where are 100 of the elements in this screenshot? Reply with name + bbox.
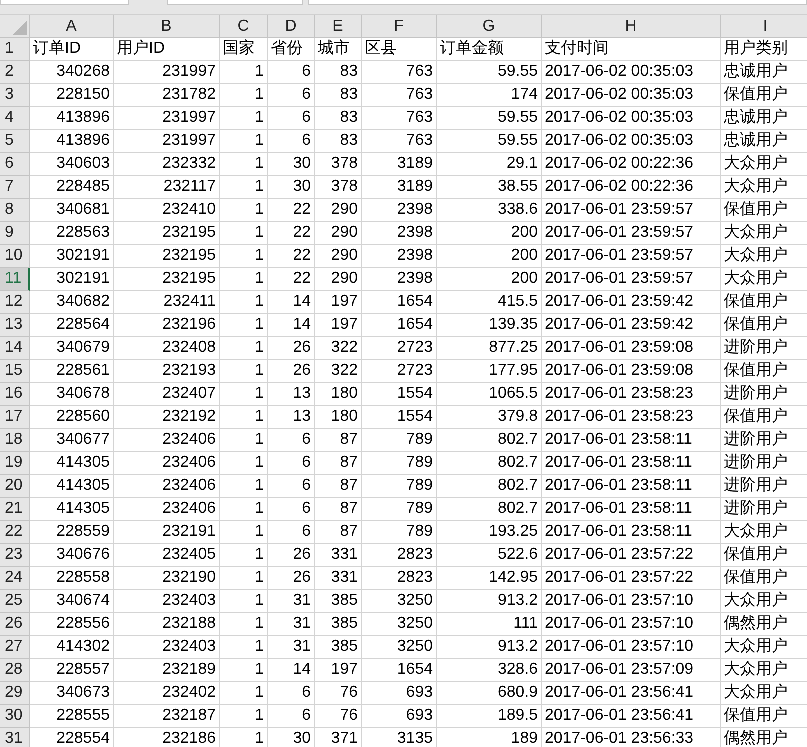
row-header[interactable]: 16	[0, 383, 30, 406]
table-cell-text: 340673	[56, 683, 110, 703]
table-cell-text: 大众用户	[724, 222, 788, 243]
select-all-icon[interactable]	[13, 21, 27, 35]
table-cell-text: 6	[302, 453, 311, 473]
table-cell-text: 2398	[397, 246, 433, 266]
table-cell-text: 2017-06-01 23:59:57	[545, 223, 694, 243]
table-cell-text: 1654	[397, 315, 433, 335]
row-header[interactable]: 4	[0, 107, 30, 130]
row-header[interactable]: 18	[0, 429, 30, 452]
table-cell-text: 340678	[56, 384, 110, 404]
table-cell-text: 290	[331, 246, 358, 266]
table-cell-text: 59.55	[498, 131, 538, 151]
row-header[interactable]: 27	[0, 636, 30, 659]
table-cell-text: 保值用户	[724, 200, 788, 220]
table-cell-text: 87	[340, 453, 358, 473]
table-cell-text: 83	[340, 62, 358, 82]
table-cell-text: 328.6	[498, 660, 538, 680]
table-cell-text: 大众用户	[724, 636, 788, 657]
table-cell-text: 232196	[162, 315, 216, 335]
table-cell-text: 大众用户	[724, 590, 788, 611]
column-header[interactable]: B	[114, 15, 220, 38]
column-header[interactable]: E	[315, 15, 362, 38]
row-header[interactable]: 2	[0, 61, 30, 84]
formula-bar-field[interactable]	[167, 0, 303, 5]
table-cell-text: 232406	[162, 476, 216, 496]
row-header[interactable]: 22	[0, 521, 30, 544]
table-cell-text: 87	[340, 476, 358, 496]
table-cell-text: 232193	[162, 361, 216, 381]
table-cell-text: 忠诚用户	[724, 62, 788, 82]
row-header[interactable]: 10	[0, 245, 30, 268]
table-cell-text: 197	[331, 660, 358, 680]
formula-bar-field[interactable]	[308, 0, 807, 5]
table-cell-text: 87	[340, 499, 358, 519]
table-cell-text: 913.2	[498, 637, 538, 657]
table-cell-text: 414305	[56, 499, 110, 519]
column-header[interactable]: H	[542, 15, 721, 38]
row-header[interactable]: 9	[0, 222, 30, 245]
table-cell-text: 371	[331, 729, 358, 747]
table-cell-text: 180	[331, 384, 358, 404]
table-cell-text: 802.7	[498, 453, 538, 473]
name-box[interactable]	[0, 0, 129, 5]
row-header[interactable]: 19	[0, 452, 30, 475]
table-cell-text: 14	[293, 660, 311, 680]
table-cell-text: 30	[293, 729, 311, 747]
row-header[interactable]: 25	[0, 590, 30, 613]
table-cell-text: 1	[255, 476, 264, 496]
column-title: 用户类别	[724, 38, 788, 59]
table-cell-text: 1	[255, 637, 264, 657]
table-cell-text: 142.95	[489, 568, 538, 588]
table-cell-text: 1	[255, 108, 264, 128]
table-cell-text: 763	[406, 131, 433, 151]
row-header[interactable]: 6	[0, 153, 30, 176]
table-cell-text: 111	[514, 614, 538, 634]
row-header[interactable]: 13	[0, 314, 30, 337]
table-cell-text: 大众用户	[724, 154, 788, 174]
table-cell-text: 2017-06-01 23:58:11	[545, 476, 692, 496]
row-header[interactable]: 23	[0, 544, 30, 567]
table-cell-text: 763	[406, 108, 433, 128]
column-header[interactable]: A	[30, 15, 114, 38]
table-cell-text: 14	[293, 292, 311, 312]
table-cell-text: 232191	[162, 522, 216, 542]
table-cell-text: 1	[255, 246, 264, 266]
row-header[interactable]: 1	[0, 38, 30, 61]
table-cell-text: 3250	[397, 591, 433, 611]
column-header[interactable]: I	[721, 15, 807, 38]
row-header[interactable]: 12	[0, 291, 30, 314]
row-header[interactable]: 5	[0, 130, 30, 153]
column-header[interactable]: C	[220, 15, 268, 38]
table-cell-text: 228557	[56, 660, 110, 680]
row-header[interactable]: 24	[0, 567, 30, 590]
table-cell-text: 1065.5	[489, 384, 538, 404]
table-cell-text: 415.5	[498, 292, 538, 312]
table-cell-text: 2017-06-01 23:59:57	[545, 269, 694, 289]
table-cell-text: 87	[340, 430, 358, 450]
table-cell-text: 31	[293, 591, 311, 611]
column-header[interactable]: D	[268, 15, 315, 38]
row-header[interactable]: 26	[0, 613, 30, 636]
row-header[interactable]: 3	[0, 84, 30, 107]
row-header[interactable]: 14	[0, 337, 30, 360]
table-cell-text: 6	[302, 85, 311, 105]
table-cell-text: 2017-06-01 23:59:42	[545, 292, 694, 312]
row-header[interactable]: 29	[0, 682, 30, 705]
row-header[interactable]: 31	[0, 728, 30, 747]
row-header[interactable]: 8	[0, 199, 30, 222]
row-header[interactable]: 11	[0, 268, 30, 291]
column-header[interactable]: G	[437, 15, 542, 38]
row-header[interactable]: 7	[0, 176, 30, 199]
row-header[interactable]: 15	[0, 360, 30, 383]
row-header[interactable]: 21	[0, 498, 30, 521]
row-header[interactable]: 20	[0, 475, 30, 498]
table-cell-text: 1	[255, 177, 264, 197]
table-cell-text: 大众用户	[724, 660, 788, 680]
table-cell-text: 2017-06-01 23:59:08	[545, 361, 694, 381]
table-cell-text: 231997	[162, 108, 216, 128]
row-header[interactable]: 28	[0, 659, 30, 682]
column-header[interactable]: F	[362, 15, 437, 38]
row-header[interactable]: 30	[0, 705, 30, 728]
row-header[interactable]: 17	[0, 406, 30, 429]
table-cell-text: 1	[255, 200, 264, 220]
